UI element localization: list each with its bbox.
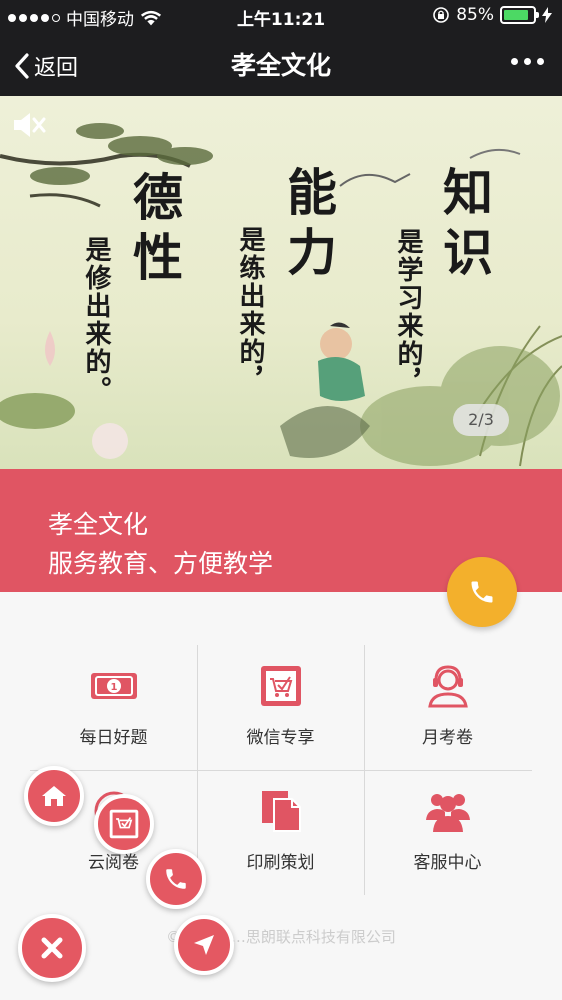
grid-label: 客服中心 — [413, 853, 482, 873]
mute-icon[interactable] — [12, 110, 46, 140]
fab-navigate-button[interactable] — [174, 915, 234, 975]
more-dots-icon — [511, 58, 518, 65]
status-right: 85% — [432, 5, 552, 25]
status-bar: 中国移动 上午11:21 85% — [0, 0, 562, 32]
home-icon — [42, 786, 66, 806]
grid-item-monthly-exam[interactable]: 月考卷 — [364, 645, 531, 770]
cart-icon — [109, 809, 139, 839]
calligraphy-virtue-sub: 是修出来的。 — [81, 236, 111, 404]
grid-item-wechat-exclusive[interactable]: 微信专享 — [197, 645, 364, 770]
money-icon: 1 — [90, 673, 137, 699]
svg-text:1: 1 — [110, 682, 117, 693]
grid-item-service-center[interactable]: 客服中心 — [364, 770, 531, 895]
fab-shop-button[interactable] — [94, 794, 154, 854]
battery-icon — [500, 6, 539, 24]
phone-icon — [166, 869, 186, 889]
navigation-arrow-icon — [194, 935, 214, 955]
calligraphy-virtue: 德性 — [125, 171, 184, 291]
carousel-pager: 2/3 — [453, 404, 509, 436]
grid-item-print-planning[interactable]: 印刷策划 — [197, 770, 364, 895]
support-agent-icon — [427, 665, 468, 708]
more-menu-button[interactable] — [511, 50, 544, 73]
calligraphy-knowledge: 知识 — [435, 166, 494, 286]
hero-slogan: 服务教育、方便教学 — [48, 549, 274, 578]
battery-percent: 85% — [456, 5, 494, 25]
feature-grid: 1 每日好题 微信专享 月考卷 云阅卷 印刷策划 客服中心 — [30, 645, 532, 895]
fab-home-button[interactable] — [24, 766, 84, 826]
rotation-lock-icon — [433, 7, 450, 23]
calligraphy-knowledge-sub: 是学习来的， — [393, 228, 423, 396]
banner-carousel[interactable]: 德性 是修出来的。 能力 是练出来的， 知识 是学习来的， 2/3 — [0, 96, 562, 469]
call-button[interactable] — [447, 557, 517, 627]
fab-close-button[interactable] — [18, 914, 86, 982]
phone-icon — [471, 581, 493, 603]
grid-label: 月考卷 — [422, 728, 473, 748]
cart-icon — [260, 666, 301, 706]
grid-label: 微信专享 — [246, 728, 315, 748]
close-icon — [41, 937, 63, 959]
calligraphy-ability-sub: 是练出来的， — [235, 226, 265, 394]
hero-title: 孝全文化 — [48, 510, 149, 539]
calligraphy-ability: 能力 — [279, 166, 338, 286]
grid-label: 每日好题 — [79, 728, 148, 748]
fab-call-button[interactable] — [146, 849, 206, 909]
grid-item-daily-question[interactable]: 1 每日好题 — [30, 645, 197, 770]
group-icon — [425, 794, 470, 832]
charging-icon — [542, 7, 552, 23]
page-title: 孝全文化 — [230, 51, 331, 80]
nav-bar: 返回 孝全文化 — [0, 32, 562, 96]
documents-icon — [261, 791, 301, 832]
grid-label: 印刷策划 — [246, 853, 315, 873]
